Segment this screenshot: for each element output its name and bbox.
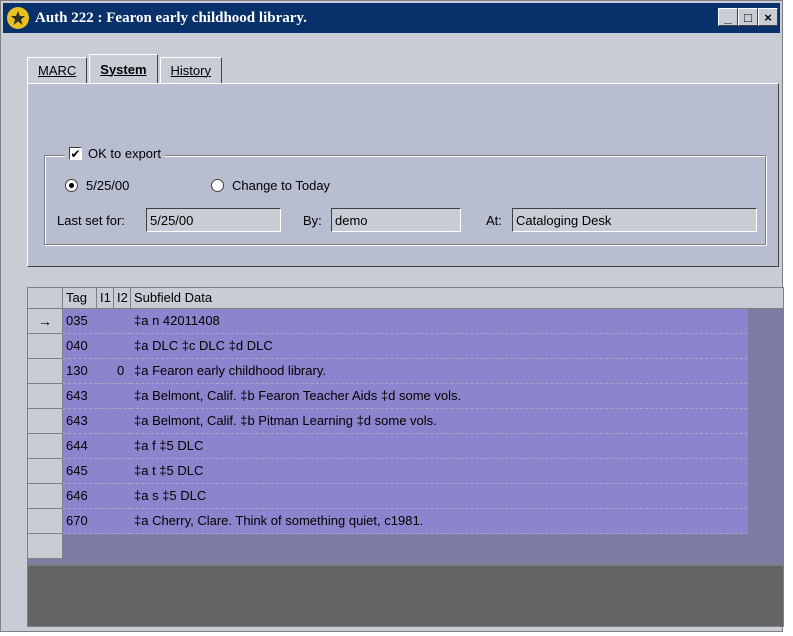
column-header-i2[interactable]: I2 (114, 288, 131, 309)
grid-empty-area (27, 565, 784, 627)
maximize-button[interactable]: □ (738, 8, 758, 26)
subfield-data-cell[interactable]: ‡a Belmont, Calif. ‡b Pitman Learning ‡d… (131, 409, 748, 434)
tag-cell[interactable]: 643 (63, 409, 97, 434)
table-row[interactable]: 130 0 ‡a Fearon early childhood library. (28, 359, 783, 384)
ok-to-export-label: OK to export (88, 146, 161, 161)
i2-cell[interactable] (114, 334, 131, 359)
export-group: ✔ OK to export 5/25/00 Change to Today L… (44, 146, 766, 245)
subfield-data-cell[interactable]: ‡a Fearon early childhood library. (131, 359, 748, 384)
i1-cell[interactable] (97, 334, 114, 359)
ok-to-export-checkbox[interactable]: ✔ (69, 147, 82, 160)
row-selector[interactable] (28, 434, 63, 459)
subfield-data-cell[interactable]: ‡a t ‡5 DLC (131, 459, 748, 484)
tab-system-label: System (100, 61, 147, 77)
tag-cell[interactable]: 644 (63, 434, 97, 459)
tag-cell[interactable]: 130 (63, 359, 97, 384)
window-title: Auth 222 : Fearon early childhood librar… (35, 9, 307, 26)
radio-today-label: Change to Today (232, 178, 331, 193)
tab-history[interactable]: History (159, 57, 222, 83)
row-selector[interactable] (28, 459, 63, 484)
tag-cell[interactable]: 646 (63, 484, 97, 509)
i2-cell[interactable]: 0 (114, 359, 131, 384)
column-header-i1[interactable]: I1 (97, 288, 114, 309)
table-row[interactable]: 670 ‡a Cherry, Clare. Think of something … (28, 509, 783, 534)
i2-cell[interactable] (114, 459, 131, 484)
maximize-icon: □ (744, 9, 752, 25)
subfield-data-cell[interactable]: ‡a s ‡5 DLC (131, 484, 748, 509)
table-row[interactable]: 646 ‡a s ‡5 DLC (28, 484, 783, 509)
i2-cell[interactable] (114, 409, 131, 434)
radio-date-label: 5/25/00 (86, 178, 130, 193)
ok-to-export-option[interactable]: ✔ OK to export (65, 146, 165, 161)
i2-cell[interactable] (114, 309, 131, 334)
subfield-data-cell[interactable]: ‡a f ‡5 DLC (131, 434, 748, 459)
tag-cell[interactable]: 035 (63, 309, 97, 334)
tab-strip: MARC System History (27, 54, 224, 83)
table-row[interactable]: 040 ‡a DLC ‡c DLC ‡d DLC (28, 334, 783, 359)
star-badge-icon (7, 7, 29, 29)
i1-cell[interactable] (97, 434, 114, 459)
tab-marc[interactable]: MARC (27, 57, 88, 83)
table-row[interactable]: 643 ‡a Belmont, Calif. ‡b Fearon Teacher … (28, 384, 783, 409)
column-header-tag[interactable]: Tag (63, 288, 97, 309)
table-row[interactable]: 644 ‡a f ‡5 DLC (28, 434, 783, 459)
i1-cell[interactable] (97, 409, 114, 434)
radio-today-option[interactable]: Change to Today (211, 178, 330, 193)
subfield-data-cell[interactable]: ‡a n 42011408 (131, 309, 748, 334)
row-selector[interactable] (28, 509, 63, 534)
row-selector[interactable] (28, 384, 63, 409)
i2-cell[interactable] (114, 509, 131, 534)
close-button[interactable]: × (758, 8, 778, 26)
i1-cell[interactable] (97, 359, 114, 384)
row-selector[interactable] (28, 534, 63, 559)
tab-marc-label: MARC (38, 63, 77, 78)
radio-date-option[interactable]: 5/25/00 (65, 178, 129, 193)
subfield-data-cell[interactable]: ‡a DLC ‡c DLC ‡d DLC (131, 334, 748, 359)
row-selector[interactable] (28, 409, 63, 434)
i1-cell[interactable] (97, 484, 114, 509)
at-label: At: (486, 213, 502, 228)
i1-cell[interactable] (97, 384, 114, 409)
tag-cell[interactable]: 040 (63, 334, 97, 359)
radio-date-button[interactable] (65, 179, 78, 192)
tag-cell[interactable]: 643 (63, 384, 97, 409)
by-field[interactable]: demo (331, 208, 461, 232)
table-row[interactable]: 645 ‡a t ‡5 DLC (28, 459, 783, 484)
table-row[interactable]: 643 ‡a Belmont, Calif. ‡b Pitman Learning… (28, 409, 783, 434)
title-bar[interactable]: Auth 222 : Fearon early childhood librar… (3, 3, 780, 33)
marc-fields-grid[interactable]: Tag I1 I2 Subfield Data → 035 ‡a n 4201140… (27, 287, 784, 565)
i1-cell[interactable] (97, 459, 114, 484)
current-row-arrow-icon: → (38, 313, 52, 329)
new-row[interactable] (28, 534, 783, 559)
tab-history-label: History (170, 63, 211, 78)
radio-today-button[interactable] (211, 179, 224, 192)
row-selector[interactable]: → (28, 309, 63, 334)
row-selector[interactable] (28, 359, 63, 384)
i2-cell[interactable] (114, 434, 131, 459)
minimize-icon: _ (724, 9, 732, 25)
i1-cell[interactable] (97, 509, 114, 534)
i2-cell[interactable] (114, 484, 131, 509)
last-set-for-label: Last set for: (57, 213, 125, 228)
i2-cell[interactable] (114, 384, 131, 409)
tag-cell[interactable]: 670 (63, 509, 97, 534)
grid-header: Tag I1 I2 Subfield Data (28, 288, 783, 309)
system-tab-panel: ✔ OK to export 5/25/00 Change to Today L… (27, 83, 779, 267)
column-header-subfield-data[interactable]: Subfield Data (131, 288, 783, 309)
last-set-for-field[interactable]: 5/25/00 (146, 208, 281, 232)
subfield-data-cell[interactable]: ‡a Belmont, Calif. ‡b Fearon Teacher Aid… (131, 384, 748, 409)
row-selector[interactable] (28, 484, 63, 509)
tag-cell[interactable]: 645 (63, 459, 97, 484)
record-window: Auth 222 : Fearon early childhood librar… (0, 0, 784, 632)
table-row[interactable]: → 035 ‡a n 42011408 (28, 309, 783, 334)
header-corner (28, 288, 63, 309)
at-field[interactable]: Cataloging Desk (512, 208, 757, 232)
tab-system[interactable]: System (89, 54, 158, 83)
by-label: By: (303, 213, 322, 228)
close-icon: × (764, 9, 772, 25)
i1-cell[interactable] (97, 309, 114, 334)
minimize-button[interactable]: _ (718, 8, 738, 26)
subfield-data-cell[interactable]: ‡a Cherry, Clare. Think of something qui… (131, 509, 748, 534)
row-selector[interactable] (28, 334, 63, 359)
